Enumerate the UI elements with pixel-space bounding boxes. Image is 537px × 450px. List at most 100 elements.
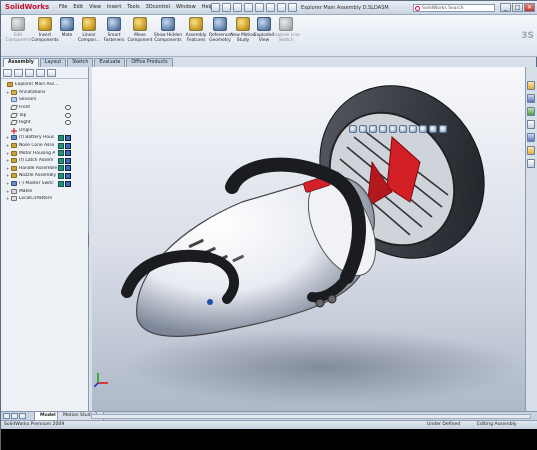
minimize-button[interactable]: _ (500, 3, 511, 12)
file-explorer-icon[interactable] (527, 107, 535, 116)
visibility-indicator (65, 112, 71, 118)
edit-component-button[interactable]: Edit Component (3, 17, 33, 43)
asm-icon (7, 82, 13, 88)
tree-node[interactable]: + Mates (2, 187, 87, 195)
search-results-icon[interactable] (527, 120, 535, 129)
view-orientation-icon[interactable] (389, 125, 397, 133)
move-component-icon (133, 17, 147, 31)
explode-line-sketch-button[interactable]: Explode Line Sketch (271, 17, 301, 43)
tab-office-products[interactable]: Office Products (126, 58, 173, 67)
scooter-model (121, 85, 522, 405)
section-view-icon[interactable] (379, 125, 387, 133)
asm-icon (11, 150, 17, 156)
linear-pattern-icon (82, 17, 96, 31)
app-window: SolidWorks File Edit View Insert Tools 3… (0, 0, 537, 450)
open-icon[interactable] (222, 3, 231, 12)
tree-node[interactable]: + Motor Housing A (2, 149, 87, 157)
asm-icon (11, 173, 17, 179)
menu-window[interactable]: Window (176, 4, 196, 10)
component-state-indicator (58, 150, 71, 157)
tree-node-label: Nose Cone Asse (19, 143, 55, 149)
print-icon[interactable] (244, 3, 253, 12)
hide-show-items-icon[interactable] (409, 125, 417, 133)
show-hidden-components-button[interactable]: Show Hidden Components (153, 17, 183, 43)
menu-tools[interactable]: Tools (127, 4, 139, 10)
mate-icon (11, 188, 17, 194)
display-state-icon (65, 165, 71, 172)
edit-component-icon (11, 17, 25, 31)
menu-3dcontrol[interactable]: 3Dcontrol (146, 4, 170, 10)
tree-list: Explorer Main Assem + Annotations Sensors Fr… (1, 79, 88, 205)
search-input[interactable]: SolidWorks Search (413, 4, 495, 12)
dimxpert-tab-icon[interactable] (36, 69, 45, 77)
display-style-icon[interactable] (399, 125, 407, 133)
select-icon[interactable] (266, 3, 275, 12)
quick-access-toolbar (211, 3, 297, 12)
horizontal-scrollbar[interactable] (91, 414, 531, 419)
display-manager-tab-icon[interactable] (47, 69, 56, 77)
config-state-icon (58, 150, 64, 157)
next-tab-icon[interactable] (19, 413, 26, 419)
tree-node-label: Motor Housing A (19, 150, 56, 156)
tree-node[interactable]: + (f) Battery Hous (2, 134, 87, 142)
options-icon[interactable] (288, 3, 297, 12)
move-component-button[interactable]: Move Component (125, 17, 155, 43)
command-manager: Edit Component Insert Components Mate Li… (1, 15, 537, 57)
tree-node[interactable]: + LocalCirPattern (2, 195, 87, 203)
design-library-icon[interactable] (527, 94, 535, 103)
tab-evaluate[interactable]: Evaluate (94, 58, 126, 67)
previous-view-icon[interactable] (369, 125, 377, 133)
tree-node[interactable]: Top (2, 111, 87, 119)
menu-view[interactable]: View (89, 4, 101, 10)
tree-node-label: Sensors (19, 97, 37, 103)
zoom-to-fit-icon[interactable] (349, 125, 357, 133)
component-state-indicator (58, 134, 71, 141)
view-palette-icon[interactable] (527, 133, 535, 142)
tree-node[interactable]: Sensors (2, 96, 87, 104)
edit-appearance-icon[interactable] (419, 125, 427, 133)
menu-edit[interactable]: Edit (73, 4, 83, 10)
menu-file[interactable]: File (59, 4, 67, 10)
first-tab-icon[interactable] (3, 413, 10, 419)
feature-manager-tab-icon[interactable] (3, 69, 12, 77)
mate-icon (60, 17, 74, 31)
tree-node[interactable]: + Annotations (2, 89, 87, 97)
explode-line-sketch-label: Explode Line Sketch (272, 33, 300, 43)
save-icon[interactable] (233, 3, 242, 12)
property-manager-tab-icon[interactable] (14, 69, 23, 77)
undo-icon[interactable] (255, 3, 264, 12)
graphics-area[interactable] (92, 67, 525, 411)
custom-properties-icon[interactable] (527, 159, 535, 168)
solidworks-resources-icon[interactable] (527, 81, 535, 90)
tree-node[interactable]: Right (2, 119, 87, 127)
maximize-button[interactable]: □ (512, 3, 523, 12)
tree-node-label: Origin (19, 127, 33, 133)
tree-node[interactable]: Front (2, 104, 87, 112)
zoom-to-area-icon[interactable] (359, 125, 367, 133)
tree-node[interactable]: + Nose Cone Asse (2, 142, 87, 150)
new-document-icon[interactable] (211, 3, 220, 12)
tree-node[interactable]: Explorer Main Assem (2, 81, 87, 89)
reference-geometry-icon (213, 17, 227, 31)
appearances-icon[interactable] (527, 146, 535, 155)
rebuild-icon[interactable] (277, 3, 286, 12)
menu-insert[interactable]: Insert (107, 4, 121, 10)
apply-scene-icon[interactable] (429, 125, 437, 133)
tab-layout[interactable]: Layout (39, 58, 67, 67)
tab-assembly[interactable]: Assembly (3, 58, 39, 67)
definition-state: Under Defined (427, 422, 461, 427)
tree-node-label: Nozzle Assembly (19, 173, 57, 179)
tree-node[interactable]: + (f) Latch Assem (2, 157, 87, 165)
configuration-manager-tab-icon[interactable] (25, 69, 34, 77)
tree-node[interactable]: Origin (2, 127, 87, 135)
insert-components-icon (38, 17, 52, 31)
tree-node[interactable]: + Nozzle Assembly (2, 172, 87, 180)
tree-node[interactable]: + (-) Master Switc (2, 180, 87, 188)
config-state-icon (58, 172, 64, 179)
tree-node[interactable]: + Handle Assemble (2, 165, 87, 173)
tab-sketch[interactable]: Sketch (67, 58, 94, 67)
view-settings-icon[interactable] (439, 125, 447, 133)
prev-tab-icon[interactable] (11, 413, 18, 419)
close-button[interactable]: ✕ (524, 3, 535, 12)
folder-icon (11, 89, 17, 95)
